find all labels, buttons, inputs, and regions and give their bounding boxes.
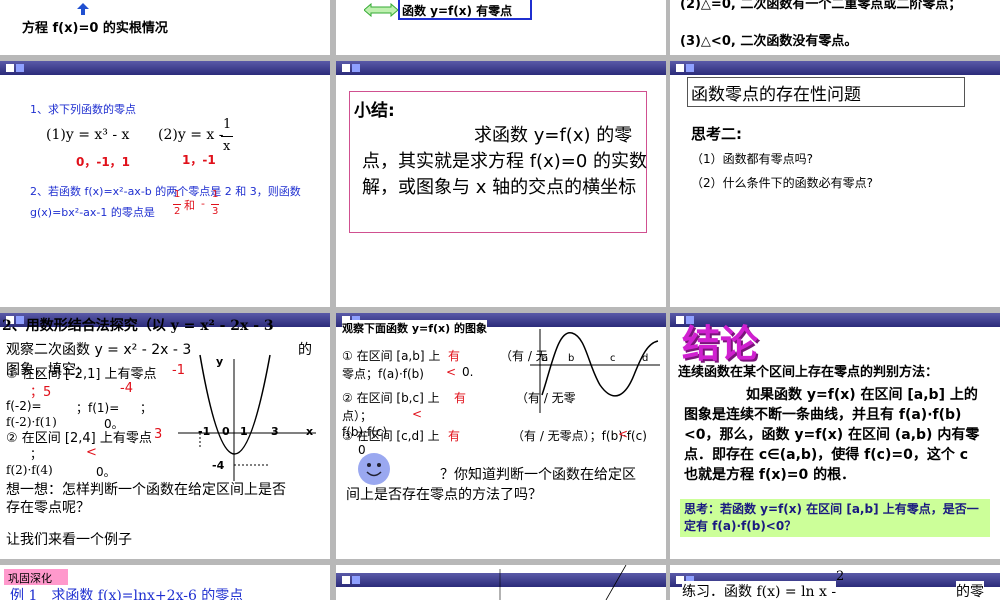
partial-graph [499, 565, 627, 600]
ans3-a-den: 2 [174, 206, 181, 217]
interval-ab-value: 有 [448, 349, 461, 363]
ans2: 1，-1 [182, 153, 216, 167]
slide-2-box-text: 函数 y=f(x) 有零点 [402, 4, 513, 18]
curve-graph [530, 329, 660, 413]
ans3-b-num: 1 [212, 189, 219, 200]
semicolon: ； [140, 401, 153, 415]
conclusion-big-title: 结论 [682, 322, 759, 366]
slide-header [336, 61, 666, 75]
tick-1: 1 [240, 425, 248, 438]
slide-2[interactable]: 函数 y=f(x) 有零点 [336, 0, 666, 55]
example-text: 让我们来看一个例子 [6, 532, 132, 548]
ans1: 0，-1，1 [76, 155, 131, 169]
interval-cd-sign: < [618, 427, 629, 441]
product2-result: 0。 [96, 465, 116, 479]
eq1: (1)y = x³ - x [46, 127, 130, 143]
slide-1[interactable]: 方程 f(x)=0 的实根情况 [0, 0, 330, 55]
less-than: < [86, 445, 97, 460]
slide-1-text: 方程 f(x)=0 的实根情况 [22, 21, 168, 36]
question-2: （2）什么条件下的函数必有零点? [691, 176, 874, 190]
example-1: 例 1 求函数 f(x)=lnx+2x-6 的零点 [10, 588, 244, 600]
semicolon2: ； [30, 447, 43, 461]
slide-4[interactable]: 1、求下列函数的零点 (1)y = x³ - x (2)y = x - 1 x … [0, 61, 330, 307]
interval-bc: ② 在区间 [b,c] 上 [342, 391, 440, 405]
interval2-value: 3 [154, 427, 163, 442]
product2: f(2)·f(4) [6, 463, 53, 477]
slide-7[interactable]: 2、用数形结合法探究（以 y = x² - 2x - 3 观察二次函数 y = … [0, 313, 330, 559]
q2-text: 2、若函数 f(x)=x²-ax-b 的两个零点是 2 和 3，则函数 g(x)… [30, 185, 301, 219]
eq2: (2)y = x - [158, 127, 224, 143]
interval2: ② 在区间 [2,4] 上有零点 [6, 431, 152, 446]
frac1-den: x [223, 139, 231, 154]
double-arrow-icon [363, 2, 399, 21]
up-arrow-icon [77, 0, 89, 15]
interval-ab-zero: 0. [462, 365, 474, 379]
frac1-num: 1 [223, 117, 232, 132]
ans3-b-sign: - [201, 197, 205, 210]
tick-3: 3 [271, 425, 279, 438]
q1-text: 1、求下列函数的零点 [30, 103, 136, 116]
tick-neg1: -1 [198, 425, 211, 438]
interval-bc-sign: < [412, 407, 423, 421]
f-neg2: f(-2)= [6, 399, 42, 413]
graph-xlabel: x [306, 425, 314, 438]
frac1-line [221, 136, 233, 137]
interval-cd-value: 有 [448, 429, 461, 443]
ans3-a-num: 1 [174, 189, 181, 200]
slide-6[interactable]: 函数零点的存在性问题 思考二: （1）函数都有零点吗? （2）什么条件下的函数必… [670, 61, 1000, 307]
interval1: ① 在区间 [-2,1] 上有零点 [6, 367, 157, 382]
graph-d: d [642, 353, 649, 364]
conclusion-body: 如果函数 y=f(x) 在区间 [a,b] 上的图象是连续不断一条曲线，并且有 … [684, 387, 980, 483]
think-two: 思考二: [691, 125, 742, 143]
observe-head: 观察下面函数 y=f(x) 的图象 [342, 320, 487, 336]
slide-header [670, 61, 1000, 75]
ans3-b-den: 3 [212, 206, 219, 217]
ans3-mid: 和 [184, 199, 195, 212]
topic-title: 函数零点的存在性问题 [691, 85, 861, 105]
interval-ab-line2: 零点；f(a)·f(b) [342, 367, 424, 381]
graph-a: a [542, 353, 549, 364]
slide-3-line2: (3)△<0, 二次函数没有零点。 [680, 34, 858, 49]
slide-9[interactable]: 结论 连续函数在某个区间上存在零点的判别方法： 如果函数 y=f(x) 在区间 … [670, 313, 1000, 559]
interval-bc-line2: 点）； [342, 409, 373, 423]
tick-0: 0 [222, 425, 230, 438]
slide-5[interactable]: 小结: 求函数 y=f(x) 的零点，其实就是求方程 f(x)=0 的实数解，或… [336, 61, 666, 307]
conclusion-title: 连续函数在某个区间上存在零点的判别方法： [678, 365, 939, 380]
question-text: ？你知道判断一个函数在给定区间上是否存在零点的方法了吗？ [346, 467, 636, 503]
slide-3[interactable]: (2)△=0, 二次函数有一个二重零点或二阶零点； (3)△<0, 二次函数没有… [670, 0, 1000, 55]
exercise-text: 练习．函数 f(x) = ln x - [682, 581, 837, 600]
value-neg4: -4 [120, 381, 133, 396]
think-text: 想一想：怎样判断一个函数在给定区间上是否存在零点呢？ [6, 482, 286, 516]
ans3-b-line [211, 204, 219, 205]
slide-12[interactable]: 练习．函数 f(x) = ln x - 2 的零 [670, 565, 1000, 600]
graph-b: b [568, 353, 575, 364]
slide-11[interactable] [336, 565, 666, 600]
tick-neg4: -4 [212, 459, 225, 472]
question-1: （1）函数都有零点吗? [691, 152, 814, 166]
interval-cd-product: f(b)·f(c) [342, 425, 388, 439]
f-1: ；f(1)= [76, 401, 120, 415]
interval-bc-value: 有 [454, 391, 467, 405]
slide-8[interactable]: 观察下面函数 y=f(x) 的图象 ① 在区间 [a,b] 上 有 （有 / 无… [336, 313, 666, 559]
interval-ab-sign: < [446, 365, 457, 379]
interval-ab: ① 在区间 [a,b] 上 [342, 349, 441, 363]
exercise-frac-num: 2 [836, 569, 845, 584]
explore-head: 2、用数形结合法探究（以 y = x² - 2x - 3 [2, 318, 274, 334]
exercise-tail: 的零 [956, 581, 984, 600]
graph-c: c [610, 353, 616, 364]
ans3-a-line [173, 204, 181, 205]
think-question: 思考：若函数 y=f(x) 在区间 [a,b] 上有零点，是否一定有 f(a)·… [684, 502, 979, 533]
slide-header [0, 61, 330, 75]
parabola-graph [178, 354, 316, 481]
summary-body: 求函数 y=f(x) 的零点，其实就是求方程 f(x)=0 的实数解，或图象与 … [362, 125, 648, 198]
graph-ylabel: y [216, 355, 224, 368]
line-5: ；5 [30, 385, 52, 400]
slide-3-line1: (2)△=0, 二次函数有一个二重零点或二阶零点； [680, 0, 962, 12]
tag-text: 巩固深化 [8, 572, 52, 585]
summary-title: 小结: [354, 101, 395, 121]
slide-10[interactable]: 巩固深化 例 1 求函数 f(x)=lnx+2x-6 的零点 [0, 565, 330, 600]
observe-line: 观察二次函数 y = x² - 2x - 3 [6, 342, 192, 358]
